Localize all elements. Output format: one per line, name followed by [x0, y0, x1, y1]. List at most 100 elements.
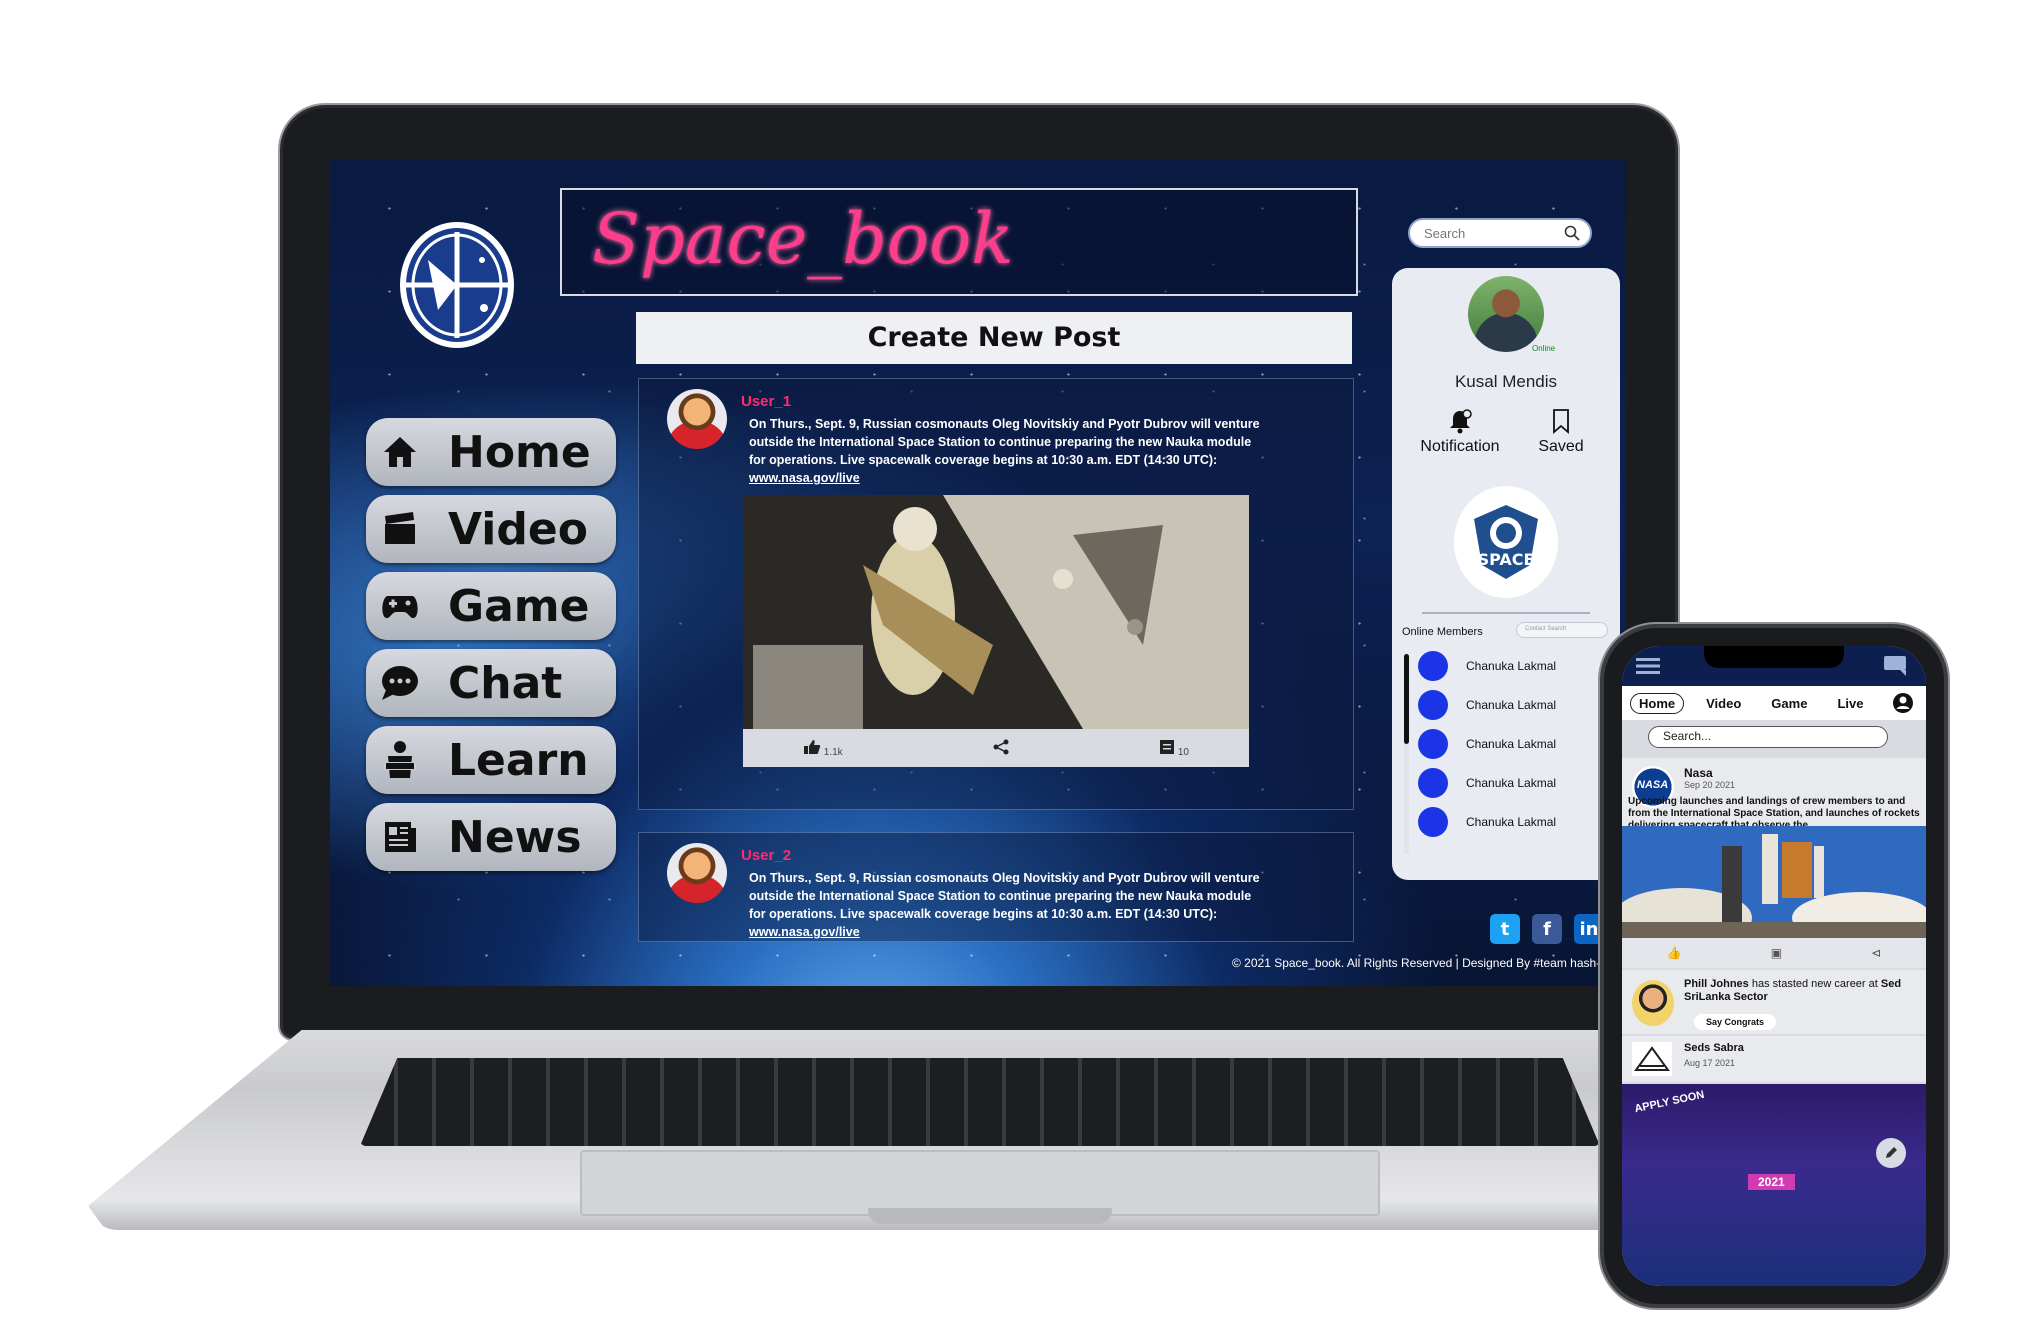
- share-icon: [993, 739, 1009, 754]
- nav-label: Home: [448, 426, 591, 478]
- seds-logo[interactable]: [1632, 1042, 1672, 1076]
- post-date: Aug 17 2021: [1684, 1058, 1736, 1068]
- person-name[interactable]: Phill Johnes: [1684, 978, 1749, 990]
- footer-copyright: © 2021 Space_book. All Rights Reserved |…: [1232, 956, 1627, 970]
- nav-label: Learn: [448, 734, 589, 786]
- share-button[interactable]: [993, 739, 1009, 758]
- online-status: Online: [1532, 344, 1556, 353]
- tab-game[interactable]: Game: [1771, 696, 1807, 711]
- like-button[interactable]: 1.1k: [803, 739, 843, 758]
- career-update-text: Phill Johnes has stasted new career at S…: [1684, 978, 1920, 1004]
- post-username[interactable]: User_2: [741, 847, 791, 864]
- nav-item-chat[interactable]: Chat: [366, 649, 616, 717]
- mobile-search-input[interactable]: Search...: [1648, 726, 1888, 748]
- laptop-hinge-notch: [868, 1208, 1112, 1224]
- comment-button[interactable]: 10: [1159, 739, 1189, 758]
- post-link[interactable]: www.nasa.gov/live: [749, 923, 1269, 941]
- social-links: t f in: [1490, 914, 1604, 944]
- avatar[interactable]: [1632, 980, 1674, 1026]
- post-text: On Thurs., Sept. 9, Russian cosmonauts O…: [749, 871, 1260, 921]
- share-icon[interactable]: ⊲: [1871, 946, 1881, 960]
- members-scrollbar[interactable]: [1404, 654, 1409, 854]
- create-post-button[interactable]: Create New Post: [636, 312, 1352, 364]
- avatar[interactable]: [667, 389, 727, 449]
- main-navigation: Home Video Game Chat Learn News: [366, 418, 616, 880]
- tab-home[interactable]: Home: [1630, 692, 1685, 714]
- scrollbar-thumb[interactable]: [1404, 654, 1409, 744]
- saved-label: Saved: [1538, 438, 1584, 455]
- linkedin-icon[interactable]: in: [1574, 914, 1604, 944]
- member-name: Chanuka Lakmal: [1466, 775, 1557, 790]
- clapperboard-icon: [378, 507, 422, 551]
- space-book-logo-icon[interactable]: [398, 220, 516, 350]
- list-item[interactable]: Chanuka Lakmal: [1418, 802, 1556, 841]
- bell-icon: [1450, 409, 1472, 434]
- mobile-tabs: Home Video Game Live: [1622, 686, 1926, 720]
- post-image[interactable]: [743, 495, 1249, 729]
- nav-label: Chat: [448, 657, 563, 709]
- thumbs-up-icon: [804, 739, 821, 754]
- sidebar-divider: [1422, 612, 1590, 614]
- list-item[interactable]: Chanuka Lakmal: [1418, 763, 1556, 802]
- contact-search-input[interactable]: Contact Search: [1516, 622, 1608, 638]
- seds-post-header: Seds Sabra Aug 17 2021: [1622, 1036, 1926, 1082]
- saved-button[interactable]: Saved: [1524, 408, 1598, 456]
- user-account-icon[interactable]: [1892, 692, 1914, 714]
- notification-button[interactable]: Notification: [1412, 408, 1508, 456]
- hamburger-menu-icon[interactable]: [1636, 658, 1660, 674]
- search-icon[interactable]: [1564, 225, 1580, 241]
- online-members-title: Online Members: [1402, 626, 1483, 638]
- notification-label: Notification: [1420, 438, 1500, 455]
- list-item[interactable]: Chanuka Lakmal: [1418, 724, 1556, 763]
- profile-avatar[interactable]: [1468, 276, 1544, 352]
- search-input[interactable]: [1424, 220, 1564, 246]
- facebook-icon[interactable]: f: [1532, 914, 1562, 944]
- like-count: 1.1k: [823, 746, 843, 758]
- post-link[interactable]: www.nasa.gov/live: [749, 469, 1269, 487]
- mobile-post-actions: 👍 ▣ ⊲: [1622, 938, 1926, 968]
- nav-item-game[interactable]: Game: [366, 572, 616, 640]
- list-item[interactable]: Chanuka Lakmal: [1418, 685, 1556, 724]
- member-avatar: [1418, 767, 1448, 798]
- brand-title-banner: Space_book: [560, 188, 1358, 296]
- rocket-launch-image[interactable]: [1622, 826, 1926, 948]
- post-body: On Thurs., Sept. 9, Russian cosmonauts O…: [749, 869, 1269, 941]
- comment-icon: [1160, 739, 1175, 754]
- messages-icon[interactable]: [1884, 656, 1910, 676]
- apply-soon-label: APPLY SOON: [1633, 1088, 1706, 1116]
- search-bar[interactable]: [1408, 218, 1592, 248]
- nav-item-news[interactable]: News: [366, 803, 616, 871]
- avatar[interactable]: [667, 843, 727, 903]
- comment-icon[interactable]: ▣: [1771, 946, 1782, 960]
- nav-item-video[interactable]: Video: [366, 495, 616, 563]
- thumbs-up-icon[interactable]: 👍: [1667, 946, 1682, 960]
- twitter-icon[interactable]: t: [1490, 914, 1520, 944]
- post-username[interactable]: User_1: [741, 393, 791, 410]
- profile-name[interactable]: Kusal Mendis: [1392, 372, 1620, 392]
- phone-notch: [1704, 646, 1844, 668]
- list-item[interactable]: Chanuka Lakmal: [1418, 646, 1556, 685]
- nav-item-learn[interactable]: Learn: [366, 726, 616, 794]
- laptop-trackpad: [580, 1150, 1380, 1216]
- post-author[interactable]: Nasa: [1684, 766, 1713, 780]
- gamepad-icon: [378, 584, 422, 628]
- phone-screen: Home Video Game Live Search... NASA Nasa…: [1622, 646, 1926, 1286]
- nasa-logo-text: NASA: [1637, 779, 1669, 791]
- post-body: On Thurs., Sept. 9, Russian cosmonauts O…: [749, 415, 1269, 487]
- mobile-post-header: NASA Nasa Sep 20 2021 Upcoming launches …: [1622, 758, 1926, 831]
- post-date: Sep 20 2021: [1684, 780, 1736, 790]
- tab-live[interactable]: Live: [1837, 696, 1863, 711]
- nav-label: Video: [448, 503, 588, 555]
- tab-video[interactable]: Video: [1706, 696, 1741, 711]
- space-badge-logo[interactable]: SPACE: [1454, 486, 1558, 598]
- member-avatar: [1418, 650, 1448, 681]
- hackathon-banner[interactable]: APPLY SOON 2021: [1622, 1084, 1926, 1286]
- newspaper-icon: [378, 815, 422, 859]
- edit-fab-button[interactable]: [1876, 1138, 1906, 1168]
- nav-item-home[interactable]: Home: [366, 418, 616, 486]
- post-author[interactable]: Seds Sabra: [1684, 1042, 1744, 1054]
- nav-label: News: [448, 811, 582, 863]
- member-avatar: [1418, 728, 1448, 759]
- say-congrats-button[interactable]: Say Congrats: [1694, 1014, 1777, 1030]
- post-text: On Thurs., Sept. 9, Russian cosmonauts O…: [749, 417, 1260, 467]
